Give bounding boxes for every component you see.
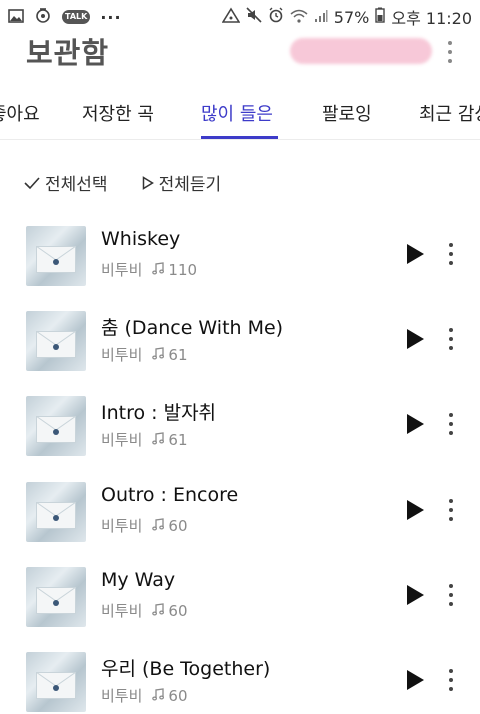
alarm-icon (268, 7, 284, 27)
play-count: 61 (168, 430, 188, 449)
song-row[interactable]: Intro : 발자취비투비 61 (0, 396, 480, 466)
music-note-icon (152, 687, 165, 705)
more-dots-icon: ··· (100, 7, 122, 27)
list-actions: 전체선택 전체듣기 (24, 170, 221, 195)
song-artist: 비투비 (101, 687, 143, 705)
more-vertical-icon[interactable] (444, 497, 458, 523)
song-row[interactable]: Outro : Encore 비투비 60 (0, 482, 480, 552)
song-artist: 비투비 (101, 346, 143, 364)
redacted-profile (290, 38, 432, 64)
song-artist: 비투비 (101, 261, 143, 279)
music-note-icon (152, 517, 165, 535)
battery-percent: 57% (333, 7, 370, 27)
tab-following[interactable]: 팔로잉 (322, 100, 372, 126)
song-artist: 비투비 (101, 431, 143, 449)
kakaotalk-icon: TALK (62, 10, 91, 24)
more-vertical-icon[interactable] (444, 326, 458, 352)
album-art[interactable] (26, 311, 86, 371)
song-title: Outro : Encore (101, 484, 239, 506)
play-button[interactable] (404, 242, 426, 266)
song-row[interactable]: 우리 (Be Together) 비투비 60 (0, 652, 480, 714)
song-meta: 비투비 60 (101, 685, 188, 706)
image-icon (8, 8, 24, 27)
song-title: Intro : 발자취 (101, 402, 217, 424)
clock: 오후 11:20 (391, 9, 472, 28)
tab-likes[interactable]: 좋아요 (0, 100, 40, 126)
song-artist: 비투비 (101, 602, 143, 620)
song-title: My Way (101, 569, 176, 591)
album-art[interactable] (26, 567, 86, 627)
play-all-label: 전체듣기 (158, 175, 222, 195)
play-all-button[interactable]: 전체듣기 (142, 170, 222, 195)
tab-most-played[interactable]: 많이 들은 (201, 100, 273, 126)
check-icon (24, 176, 40, 190)
play-count: 60 (168, 686, 188, 705)
album-art[interactable] (26, 396, 86, 456)
active-tab-indicator (201, 136, 278, 139)
play-count: 61 (168, 345, 188, 364)
signal-icon (314, 8, 328, 27)
more-vertical-icon[interactable] (444, 667, 458, 693)
library-tabs: 좋아요 저장한 곡 많이 들은 팔로잉 최근 감상 (0, 88, 480, 140)
album-art[interactable] (26, 482, 86, 542)
music-note-icon (152, 431, 165, 449)
play-button[interactable] (404, 498, 426, 522)
select-all-button[interactable]: 전체선택 (24, 170, 108, 195)
tab-saved-songs[interactable]: 저장한 곡 (82, 100, 154, 126)
more-vertical-icon[interactable] (443, 38, 457, 66)
play-count: 60 (168, 601, 188, 620)
song-meta: 비투비 61 (101, 429, 188, 450)
song-row[interactable]: My Way 비투비 60 (0, 567, 480, 637)
play-outline-icon (142, 175, 154, 190)
app-header: 보관함 (0, 30, 480, 74)
page-title: 보관함 (26, 36, 110, 70)
song-title: Whiskey (101, 228, 181, 250)
play-button[interactable] (404, 583, 426, 607)
select-all-label: 전체선택 (45, 175, 108, 195)
song-meta: 비투비 61 (101, 344, 188, 365)
album-art[interactable] (26, 652, 86, 712)
song-meta: 비투비 60 (101, 515, 188, 536)
hotspot-icon (221, 7, 241, 27)
more-vertical-icon[interactable] (444, 411, 458, 437)
song-artist: 비투비 (101, 517, 143, 535)
album-art[interactable] (26, 226, 86, 286)
song-title: 우리 (Be Together) (101, 658, 271, 680)
song-title: 춤 (Dance With Me) (101, 317, 284, 339)
music-note-icon (152, 261, 165, 279)
song-meta: 비투비 60 (101, 600, 188, 621)
music-note-icon (152, 346, 165, 364)
status-bar: TALK ··· 57% 오후 11:20 (0, 0, 480, 34)
more-vertical-icon[interactable] (444, 582, 458, 608)
music-note-icon (152, 602, 165, 620)
battery-icon (375, 7, 386, 27)
tab-recent[interactable]: 최근 감상 (419, 100, 480, 126)
alarm-badge-icon (34, 6, 52, 28)
song-row[interactable]: Whiskey 비투비 110 (0, 226, 480, 296)
wifi-icon (290, 8, 308, 27)
play-button[interactable] (404, 412, 426, 436)
play-button[interactable] (404, 327, 426, 351)
song-meta: 비투비 110 (101, 259, 197, 280)
song-row[interactable]: 춤 (Dance With Me) 비투비 61 (0, 311, 480, 381)
play-count: 60 (168, 516, 188, 535)
mute-icon (246, 7, 262, 27)
play-button[interactable] (404, 668, 426, 692)
more-vertical-icon[interactable] (444, 241, 458, 267)
play-count: 110 (168, 260, 198, 279)
